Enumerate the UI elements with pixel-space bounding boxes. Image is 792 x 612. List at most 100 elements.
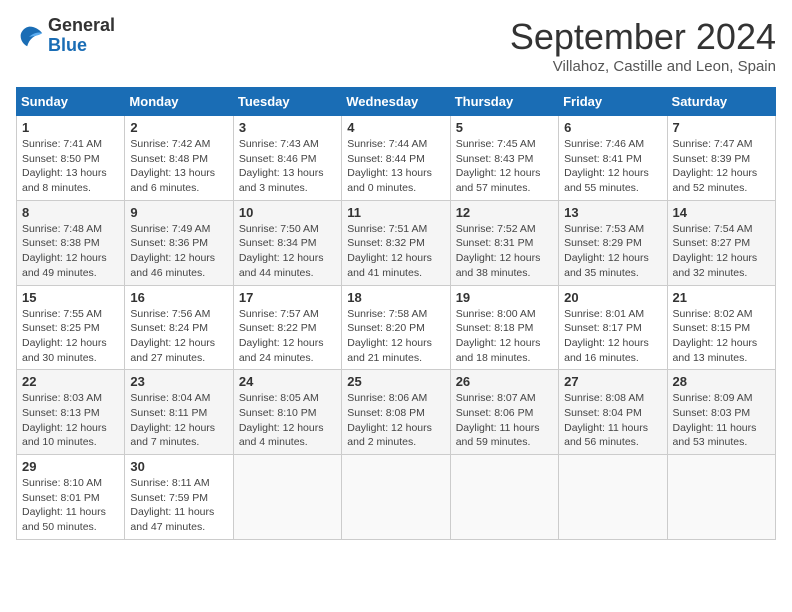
calendar-week-row: 1 Sunrise: 7:41 AM Sunset: 8:50 PM Dayli…	[17, 116, 776, 201]
day-info: Sunrise: 8:11 AM Sunset: 7:59 PM Dayligh…	[130, 476, 227, 535]
weekday-header: Sunday	[17, 88, 125, 116]
logo-general: General	[48, 15, 115, 35]
calendar-day-cell: 22 Sunrise: 8:03 AM Sunset: 8:13 PM Dayl…	[17, 370, 125, 455]
day-number: 24	[239, 374, 336, 389]
day-number: 28	[673, 374, 770, 389]
day-info: Sunrise: 7:53 AM Sunset: 8:29 PM Dayligh…	[564, 222, 661, 281]
weekday-header: Tuesday	[233, 88, 341, 116]
calendar-day-cell: 13 Sunrise: 7:53 AM Sunset: 8:29 PM Dayl…	[559, 200, 667, 285]
weekday-header: Friday	[559, 88, 667, 116]
calendar-table: SundayMondayTuesdayWednesdayThursdayFrid…	[16, 87, 776, 540]
calendar-day-cell: 14 Sunrise: 7:54 AM Sunset: 8:27 PM Dayl…	[667, 200, 775, 285]
day-info: Sunrise: 8:05 AM Sunset: 8:10 PM Dayligh…	[239, 391, 336, 450]
calendar-day-cell: 25 Sunrise: 8:06 AM Sunset: 8:08 PM Dayl…	[342, 370, 450, 455]
day-number: 6	[564, 120, 661, 135]
day-info: Sunrise: 7:57 AM Sunset: 8:22 PM Dayligh…	[239, 307, 336, 366]
day-info: Sunrise: 7:47 AM Sunset: 8:39 PM Dayligh…	[673, 137, 770, 196]
day-number: 9	[130, 205, 227, 220]
day-info: Sunrise: 7:55 AM Sunset: 8:25 PM Dayligh…	[22, 307, 119, 366]
day-number: 27	[564, 374, 661, 389]
day-info: Sunrise: 8:03 AM Sunset: 8:13 PM Dayligh…	[22, 391, 119, 450]
calendar-day-cell: 15 Sunrise: 7:55 AM Sunset: 8:25 PM Dayl…	[17, 285, 125, 370]
day-number: 26	[456, 374, 553, 389]
day-info: Sunrise: 7:44 AM Sunset: 8:44 PM Dayligh…	[347, 137, 444, 196]
day-info: Sunrise: 7:43 AM Sunset: 8:46 PM Dayligh…	[239, 137, 336, 196]
day-number: 4	[347, 120, 444, 135]
calendar-day-cell: 17 Sunrise: 7:57 AM Sunset: 8:22 PM Dayl…	[233, 285, 341, 370]
calendar-day-cell	[450, 455, 558, 540]
day-number: 7	[673, 120, 770, 135]
page-header: General Blue September 2024 Villahoz, Ca…	[16, 16, 776, 75]
calendar-day-cell	[667, 455, 775, 540]
day-number: 23	[130, 374, 227, 389]
day-number: 30	[130, 459, 227, 474]
day-info: Sunrise: 7:46 AM Sunset: 8:41 PM Dayligh…	[564, 137, 661, 196]
calendar-day-cell: 10 Sunrise: 7:50 AM Sunset: 8:34 PM Dayl…	[233, 200, 341, 285]
calendar-day-cell: 11 Sunrise: 7:51 AM Sunset: 8:32 PM Dayl…	[342, 200, 450, 285]
calendar-day-cell: 29 Sunrise: 8:10 AM Sunset: 8:01 PM Dayl…	[17, 455, 125, 540]
weekday-header: Saturday	[667, 88, 775, 116]
calendar-day-cell: 8 Sunrise: 7:48 AM Sunset: 8:38 PM Dayli…	[17, 200, 125, 285]
day-number: 8	[22, 205, 119, 220]
calendar-week-row: 8 Sunrise: 7:48 AM Sunset: 8:38 PM Dayli…	[17, 200, 776, 285]
day-number: 19	[456, 290, 553, 305]
day-info: Sunrise: 7:42 AM Sunset: 8:48 PM Dayligh…	[130, 137, 227, 196]
day-number: 16	[130, 290, 227, 305]
day-info: Sunrise: 8:02 AM Sunset: 8:15 PM Dayligh…	[673, 307, 770, 366]
day-number: 13	[564, 205, 661, 220]
calendar-day-cell: 28 Sunrise: 8:09 AM Sunset: 8:03 PM Dayl…	[667, 370, 775, 455]
logo-blue: Blue	[48, 35, 87, 55]
calendar-week-row: 29 Sunrise: 8:10 AM Sunset: 8:01 PM Dayl…	[17, 455, 776, 540]
calendar-day-cell	[342, 455, 450, 540]
calendar-day-cell: 30 Sunrise: 8:11 AM Sunset: 7:59 PM Dayl…	[125, 455, 233, 540]
logo-bird-icon	[16, 22, 44, 50]
day-number: 1	[22, 120, 119, 135]
title-block: September 2024 Villahoz, Castille and Le…	[510, 16, 776, 75]
calendar-week-row: 22 Sunrise: 8:03 AM Sunset: 8:13 PM Dayl…	[17, 370, 776, 455]
day-info: Sunrise: 8:07 AM Sunset: 8:06 PM Dayligh…	[456, 391, 553, 450]
weekday-header: Thursday	[450, 88, 558, 116]
logo: General Blue	[16, 16, 115, 56]
weekday-header: Monday	[125, 88, 233, 116]
calendar-day-cell: 21 Sunrise: 8:02 AM Sunset: 8:15 PM Dayl…	[667, 285, 775, 370]
day-number: 15	[22, 290, 119, 305]
location: Villahoz, Castille and Leon, Spain	[510, 58, 776, 75]
calendar-day-cell: 2 Sunrise: 7:42 AM Sunset: 8:48 PM Dayli…	[125, 116, 233, 201]
calendar-day-cell: 12 Sunrise: 7:52 AM Sunset: 8:31 PM Dayl…	[450, 200, 558, 285]
calendar-body: 1 Sunrise: 7:41 AM Sunset: 8:50 PM Dayli…	[17, 116, 776, 540]
day-number: 17	[239, 290, 336, 305]
day-info: Sunrise: 8:00 AM Sunset: 8:18 PM Dayligh…	[456, 307, 553, 366]
day-info: Sunrise: 7:48 AM Sunset: 8:38 PM Dayligh…	[22, 222, 119, 281]
calendar-day-cell: 9 Sunrise: 7:49 AM Sunset: 8:36 PM Dayli…	[125, 200, 233, 285]
day-info: Sunrise: 7:50 AM Sunset: 8:34 PM Dayligh…	[239, 222, 336, 281]
day-info: Sunrise: 8:08 AM Sunset: 8:04 PM Dayligh…	[564, 391, 661, 450]
day-number: 20	[564, 290, 661, 305]
day-info: Sunrise: 7:45 AM Sunset: 8:43 PM Dayligh…	[456, 137, 553, 196]
calendar-day-cell: 4 Sunrise: 7:44 AM Sunset: 8:44 PM Dayli…	[342, 116, 450, 201]
calendar-day-cell: 27 Sunrise: 8:08 AM Sunset: 8:04 PM Dayl…	[559, 370, 667, 455]
day-info: Sunrise: 7:52 AM Sunset: 8:31 PM Dayligh…	[456, 222, 553, 281]
day-number: 10	[239, 205, 336, 220]
calendar-day-cell: 1 Sunrise: 7:41 AM Sunset: 8:50 PM Dayli…	[17, 116, 125, 201]
logo-text: General Blue	[48, 16, 115, 56]
day-info: Sunrise: 7:41 AM Sunset: 8:50 PM Dayligh…	[22, 137, 119, 196]
calendar-day-cell: 24 Sunrise: 8:05 AM Sunset: 8:10 PM Dayl…	[233, 370, 341, 455]
calendar-week-row: 15 Sunrise: 7:55 AM Sunset: 8:25 PM Dayl…	[17, 285, 776, 370]
day-number: 3	[239, 120, 336, 135]
calendar-day-cell: 26 Sunrise: 8:07 AM Sunset: 8:06 PM Dayl…	[450, 370, 558, 455]
day-info: Sunrise: 8:10 AM Sunset: 8:01 PM Dayligh…	[22, 476, 119, 535]
calendar-header-row: SundayMondayTuesdayWednesdayThursdayFrid…	[17, 88, 776, 116]
month-title: September 2024	[510, 16, 776, 58]
calendar-day-cell: 7 Sunrise: 7:47 AM Sunset: 8:39 PM Dayli…	[667, 116, 775, 201]
day-number: 2	[130, 120, 227, 135]
day-info: Sunrise: 8:09 AM Sunset: 8:03 PM Dayligh…	[673, 391, 770, 450]
day-info: Sunrise: 7:54 AM Sunset: 8:27 PM Dayligh…	[673, 222, 770, 281]
calendar-day-cell: 20 Sunrise: 8:01 AM Sunset: 8:17 PM Dayl…	[559, 285, 667, 370]
day-info: Sunrise: 8:06 AM Sunset: 8:08 PM Dayligh…	[347, 391, 444, 450]
day-info: Sunrise: 8:04 AM Sunset: 8:11 PM Dayligh…	[130, 391, 227, 450]
calendar-day-cell: 5 Sunrise: 7:45 AM Sunset: 8:43 PM Dayli…	[450, 116, 558, 201]
calendar-day-cell: 6 Sunrise: 7:46 AM Sunset: 8:41 PM Dayli…	[559, 116, 667, 201]
day-number: 25	[347, 374, 444, 389]
day-info: Sunrise: 8:01 AM Sunset: 8:17 PM Dayligh…	[564, 307, 661, 366]
day-number: 22	[22, 374, 119, 389]
